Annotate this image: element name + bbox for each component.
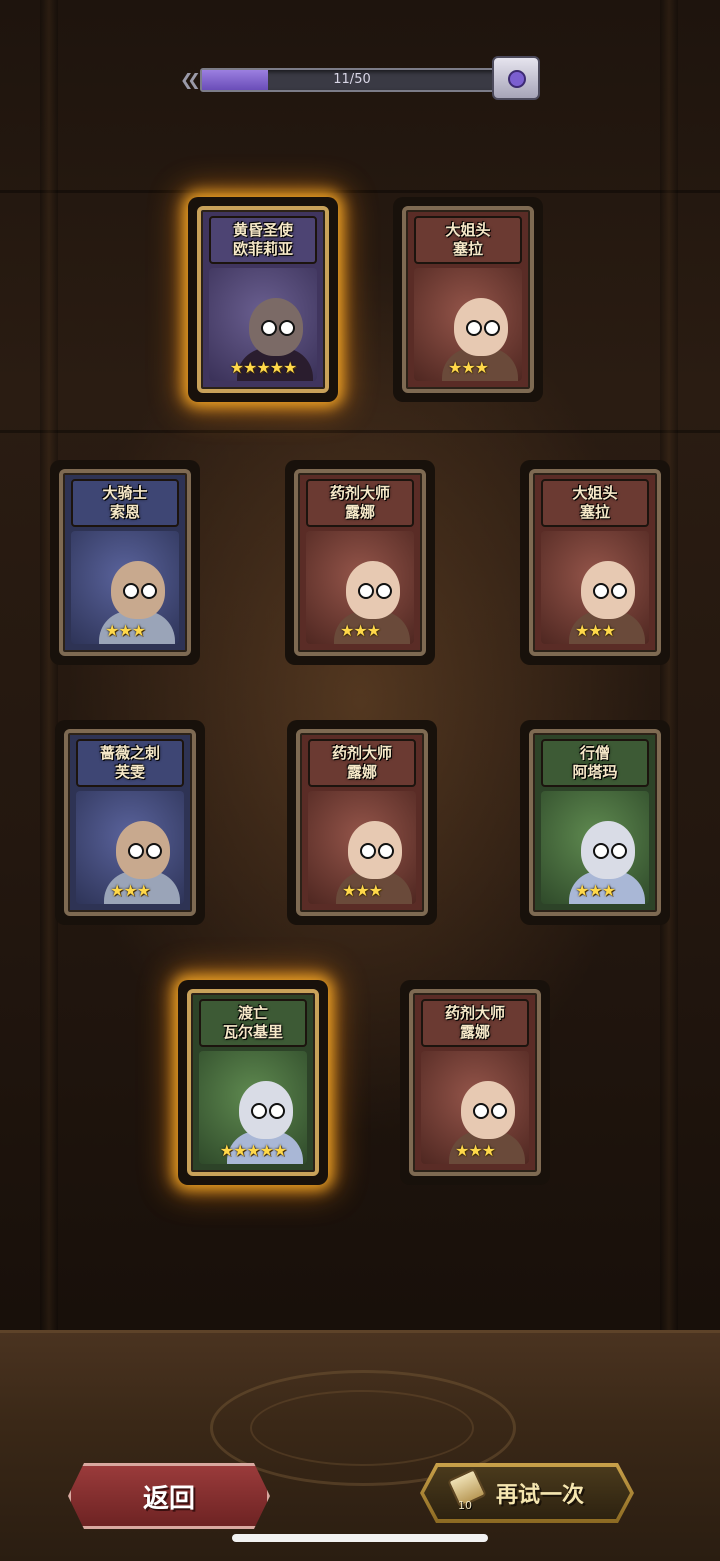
star-rating: ★★★	[109, 881, 151, 900]
hero-card[interactable]: 药剂大师 露娜 ★★★	[400, 980, 550, 1185]
hero-name-banner: 药剂大师 露娜	[308, 739, 416, 787]
card-frame: 渡亡 瓦尔基里 ★★★★★	[187, 989, 319, 1176]
hero-name: 芙雯	[114, 763, 145, 781]
hero-title: 黄昏圣使	[232, 221, 293, 239]
hero-eye	[128, 843, 144, 859]
star-rating: ★★★	[447, 358, 489, 377]
hero-card[interactable]: 黄昏圣使 欧菲莉亚 ★★★★★	[188, 197, 338, 402]
hero-name-banner: 行僧 阿塔玛	[541, 739, 649, 787]
hero-title: 药剂大师	[331, 744, 392, 762]
hero-eye	[261, 320, 277, 336]
card-frame: 大姐头 塞拉 ★★★	[402, 206, 534, 393]
star-rating: ★★★	[104, 621, 146, 640]
hero-eye	[484, 320, 500, 336]
hero-title: 大骑士	[102, 484, 148, 502]
hero-card[interactable]: 渡亡 瓦尔基里 ★★★★★	[178, 980, 328, 1185]
hero-eye	[146, 843, 162, 859]
hero-eye	[269, 1103, 285, 1119]
hero-name-banner: 大骑士 索恩	[71, 479, 179, 527]
hero-name: 露娜	[346, 763, 377, 781]
hero-title: 药剂大师	[329, 484, 390, 502]
hero-title: 渡亡	[237, 1004, 268, 1022]
hero-eye	[141, 583, 157, 599]
hero-card[interactable]: 大姐头 塞拉 ★★★	[520, 460, 670, 665]
retry-cost: 10	[458, 1499, 472, 1512]
hero-eye	[611, 583, 627, 599]
hero-name-banner: 药剂大师 露娜	[421, 999, 529, 1047]
hero-eye	[376, 583, 392, 599]
card-frame: 大姐头 塞拉 ★★★	[529, 469, 661, 656]
hero-eye	[611, 843, 627, 859]
star-rating: ★★★★★	[229, 358, 298, 377]
progress-track: 11/50	[200, 68, 504, 92]
chest-lock-icon	[508, 70, 526, 88]
card-frame: 蔷薇之刺 芙雯 ★★★	[64, 729, 196, 916]
retry-button-label: 再试一次	[496, 1483, 585, 1508]
hero-title: 大姐头	[445, 221, 491, 239]
retry-button[interactable]: 10 再试一次	[420, 1463, 634, 1523]
hero-name: 索恩	[109, 503, 140, 521]
hero-eye	[360, 843, 376, 859]
summon-progress: ❮❮ 11/50	[180, 56, 540, 100]
hero-name: 露娜	[459, 1023, 490, 1041]
star-rating: ★★★★★	[219, 1141, 288, 1160]
card-frame: 药剂大师 露娜 ★★★	[409, 989, 541, 1176]
hero-eye	[593, 583, 609, 599]
hero-name-banner: 黄昏圣使 欧菲莉亚	[209, 216, 317, 264]
hero-name: 塞拉	[579, 503, 610, 521]
star-rating: ★★★	[339, 621, 381, 640]
table-rune-decoration	[250, 1390, 474, 1466]
card-frame: 黄昏圣使 欧菲莉亚 ★★★★★	[197, 206, 329, 393]
hero-eye	[593, 843, 609, 859]
card-frame: 行僧 阿塔玛 ★★★	[529, 729, 661, 916]
hero-card[interactable]: 行僧 阿塔玛 ★★★	[520, 720, 670, 925]
hero-name: 阿塔玛	[572, 763, 618, 781]
card-frame: 药剂大师 露娜 ★★★	[296, 729, 428, 916]
card-frame: 大骑士 索恩 ★★★	[59, 469, 191, 656]
back-button-label: 返回	[142, 1483, 195, 1514]
hero-name-banner: 大姐头 塞拉	[414, 216, 522, 264]
hero-name: 欧菲莉亚	[232, 240, 293, 258]
hero-name-banner: 大姐头 塞拉	[541, 479, 649, 527]
star-rating: ★★★	[454, 1141, 496, 1160]
star-rating: ★★★	[574, 621, 616, 640]
hero-name: 塞拉	[452, 240, 483, 258]
hero-eye	[279, 320, 295, 336]
hero-card[interactable]: 药剂大师 露娜 ★★★	[287, 720, 437, 925]
progress-arrow-icon: ❮❮	[180, 70, 201, 89]
hero-name: 露娜	[344, 503, 375, 521]
hero-eye	[358, 583, 374, 599]
hero-title: 大姐头	[572, 484, 618, 502]
progress-text: 11/50	[333, 72, 371, 87]
hero-title: 蔷薇之刺	[99, 744, 160, 762]
hero-name-banner: 蔷薇之刺 芙雯	[76, 739, 184, 787]
hero-eye	[378, 843, 394, 859]
hero-eye	[251, 1103, 267, 1119]
hero-card[interactable]: 大姐头 塞拉 ★★★	[393, 197, 543, 402]
background-plank	[0, 190, 720, 193]
background-plank	[0, 430, 720, 433]
hero-name-banner: 渡亡 瓦尔基里	[199, 999, 307, 1047]
back-button[interactable]: 返回	[68, 1463, 270, 1529]
hero-eye	[491, 1103, 507, 1119]
hero-card[interactable]: 蔷薇之刺 芙雯 ★★★	[55, 720, 205, 925]
hero-card[interactable]: 大骑士 索恩 ★★★	[50, 460, 200, 665]
hero-name-banner: 药剂大师 露娜	[306, 479, 414, 527]
hero-card[interactable]: 药剂大师 露娜 ★★★	[285, 460, 435, 665]
hero-eye	[123, 583, 139, 599]
hero-name: 瓦尔基里	[222, 1023, 283, 1041]
card-frame: 药剂大师 露娜 ★★★	[294, 469, 426, 656]
hero-eye	[473, 1103, 489, 1119]
hero-title: 药剂大师	[444, 1004, 505, 1022]
hero-title: 行僧	[579, 744, 610, 762]
hero-eye	[466, 320, 482, 336]
star-rating: ★★★	[341, 881, 383, 900]
star-rating: ★★★	[574, 881, 616, 900]
home-indicator[interactable]	[232, 1534, 488, 1542]
chest-icon[interactable]	[492, 56, 540, 100]
